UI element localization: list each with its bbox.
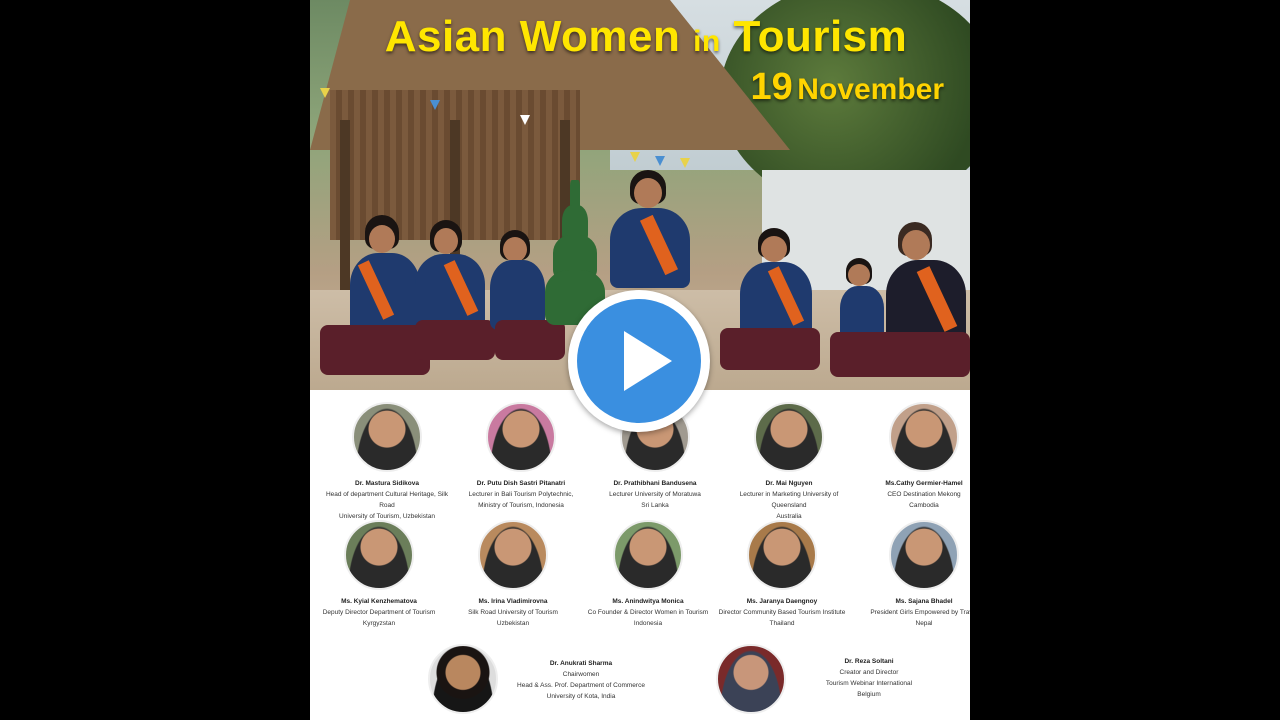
title-in: in xyxy=(693,25,721,58)
speaker-affiliation: Thailand xyxy=(769,620,795,627)
speaker-avatar xyxy=(428,644,498,714)
date-month: November xyxy=(797,73,944,106)
speaker-avatar xyxy=(613,520,683,590)
speaker-card: Ms. Irina Vladimirovna Silk Road Universi… xyxy=(448,520,578,629)
speaker-avatar xyxy=(344,520,414,590)
speaker-card: Ms. Sajana Bhadel President Girls Empower… xyxy=(859,520,970,629)
speaker-name: Dr. Putu Dish Sastri Pitanatri xyxy=(476,480,566,487)
speaker-name: Dr. Mai Nguyen xyxy=(765,480,813,487)
speaker-title: Tourism Webinar International xyxy=(825,680,913,687)
speaker-name: Dr. Prathibhani Bandusena xyxy=(613,480,697,487)
speaker-affiliation: University of Kota, India xyxy=(546,693,616,700)
speaker-affiliation: Indonesia xyxy=(633,620,663,627)
speaker-avatar xyxy=(747,520,817,590)
speaker-title: President Girls Empowered by Travel xyxy=(870,609,970,616)
speaker-affiliation: Nepal xyxy=(915,620,933,627)
speaker-card: Ms. Anindwitya Monica Co Founder & Direct… xyxy=(583,520,713,629)
speaker-avatar xyxy=(486,402,556,472)
speaker-name: Ms. Sajana Bhadel xyxy=(895,598,953,605)
speaker-card: Ms. Jaranya Daengnoy Director Community B… xyxy=(717,520,847,629)
speaker-name: Ms.Cathy Germier-Hamel xyxy=(885,480,963,487)
speaker-title: Lecturer in Marketing University of Quee… xyxy=(739,491,839,509)
speaker-card: Dr. Putu Dish Sastri Pitanatri Lecturer i… xyxy=(456,402,586,511)
speaker-title: Head of department Cultural Heritage, Si… xyxy=(325,491,449,509)
speaker-title: Lecturer in Bali Tourism Polytechnic, xyxy=(468,491,574,498)
speaker-card: Dr. Mai Nguyen Lecturer in Marketing Univ… xyxy=(724,402,854,522)
speaker-title: Deputy Director Department of Tourism xyxy=(322,609,436,616)
speaker-card: Dr. Mastura Sidikova Head of department C… xyxy=(322,402,452,522)
speaker-affiliation: Kyrgyzstan xyxy=(362,620,396,627)
speaker-name: Ms. Anindwitya Monica xyxy=(612,598,684,605)
speaker-role: Creator and Director xyxy=(839,669,899,676)
speaker-avatar xyxy=(352,402,422,472)
speaker-affiliation: Uzbekistan xyxy=(496,620,530,627)
play-icon xyxy=(624,331,672,391)
speaker-avatar xyxy=(478,520,548,590)
play-icon-circle xyxy=(577,299,701,423)
speaker-affiliation: Ministry of Tourism, Indonesia xyxy=(478,502,564,509)
speaker-name: Ms. Irina Vladimirovna xyxy=(478,598,548,605)
speaker-avatar xyxy=(889,520,959,590)
poster-title: Asian Women in Tourism xyxy=(336,12,956,62)
speaker-title: CEO Destination Mekong xyxy=(887,491,961,498)
speaker-name: Dr. Mastura Sidikova xyxy=(355,480,419,487)
speaker-name: Ms. Jaranya Daengnoy xyxy=(746,598,818,605)
speaker-title: Director Community Based Tourism Institu… xyxy=(718,609,846,616)
speaker-name: Ms. Kyial Kenzhematova xyxy=(341,598,417,605)
speaker-card: Ms.Cathy Germier-Hamel CEO Destination Me… xyxy=(859,402,970,511)
speaker-title: Head & Ass. Prof. Department of Commerce xyxy=(517,682,645,689)
chair-speaker: Dr. Anukrati Sharma Chairwomen Head & As… xyxy=(428,644,748,716)
speaker-avatar xyxy=(716,644,786,714)
title-tail: Tourism xyxy=(733,12,908,61)
poster-date: 19 November xyxy=(751,66,944,109)
speaker-name: Dr. Reza Soltani xyxy=(844,658,894,665)
speaker-title: Lecturer University of Moratuwa xyxy=(609,491,701,498)
speaker-card: Ms. Kyial Kenzhematova Deputy Director De… xyxy=(314,520,444,629)
speaker-avatar xyxy=(889,402,959,472)
speaker-title: Silk Road University of Tourism xyxy=(468,609,558,616)
speaker-avatar xyxy=(754,402,824,472)
creator-speaker: Dr. Reza Soltani Creator and Director To… xyxy=(716,644,970,716)
speaker-title: Co Founder & Director Women in Tourism xyxy=(587,609,709,616)
speaker-affiliation: Belgium xyxy=(857,691,881,698)
speaker-name: Dr. Anukrati Sharma xyxy=(549,660,613,667)
speaker-affiliation: Sri Lanka xyxy=(641,502,669,509)
title-main: Asian Women xyxy=(384,12,681,61)
speaker-role: Chairwomen xyxy=(562,671,600,678)
play-button[interactable] xyxy=(568,290,710,432)
date-day: 19 xyxy=(750,66,793,108)
speaker-affiliation: Cambodia xyxy=(909,502,939,509)
